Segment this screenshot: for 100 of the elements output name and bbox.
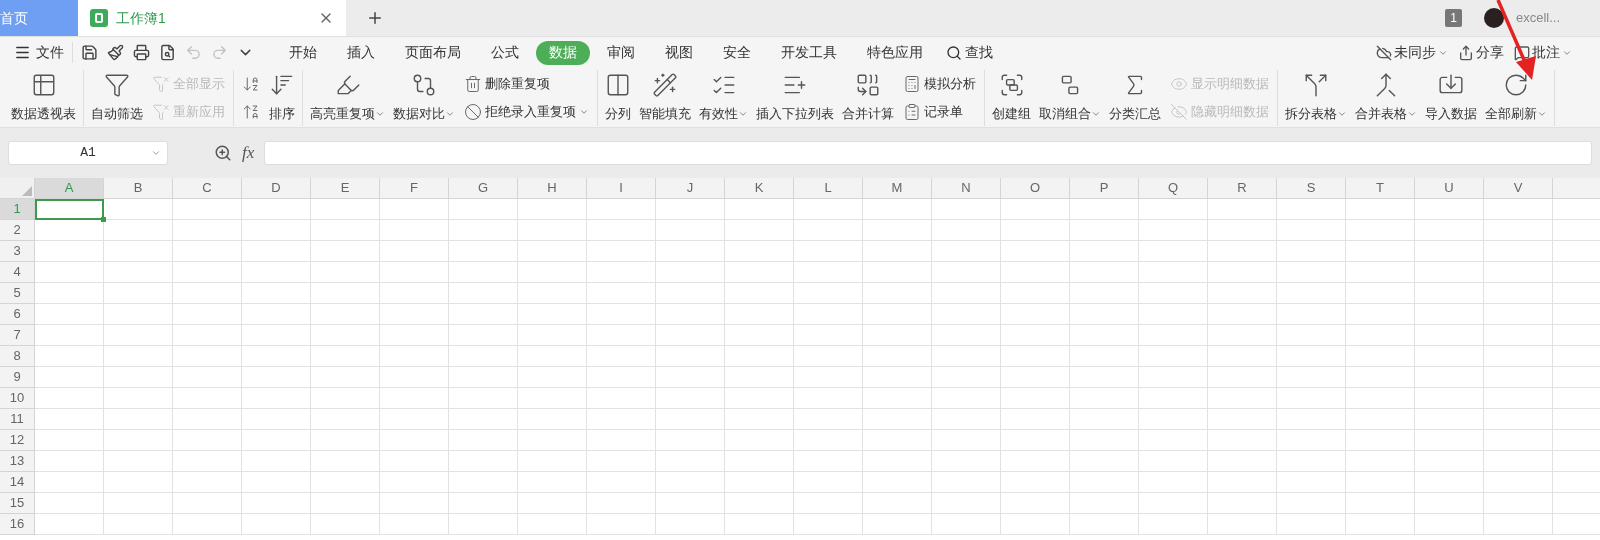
table-cell[interactable] <box>1484 325 1553 346</box>
table-cell[interactable] <box>449 451 518 472</box>
ribbon-button[interactable]: 删除重复项 <box>462 73 591 94</box>
table-cell[interactable] <box>173 304 242 325</box>
column-header[interactable]: O <box>1001 178 1070 199</box>
table-cell[interactable] <box>863 493 932 514</box>
table-cell[interactable] <box>311 199 380 220</box>
table-cell[interactable] <box>932 409 1001 430</box>
ribbon-tab[interactable]: 视图 <box>652 40 706 65</box>
table-cell[interactable] <box>587 346 656 367</box>
table-cell[interactable] <box>656 262 725 283</box>
avatar-icon[interactable] <box>1483 8 1504 28</box>
table-cell[interactable] <box>380 367 449 388</box>
row-header[interactable]: 4 <box>0 262 35 283</box>
table-cell[interactable] <box>656 451 725 472</box>
table-cell[interactable] <box>1070 367 1139 388</box>
ribbon-button[interactable]: 合并计算 <box>838 69 898 126</box>
table-cell[interactable] <box>380 283 449 304</box>
table-cell[interactable] <box>173 346 242 367</box>
ribbon-button[interactable]: 记录单 <box>901 101 978 122</box>
table-cell[interactable] <box>863 451 932 472</box>
table-cell[interactable] <box>863 409 932 430</box>
save-icon[interactable] <box>81 44 98 61</box>
table-cell[interactable] <box>725 325 794 346</box>
table-cell[interactable] <box>1070 346 1139 367</box>
table-cell[interactable] <box>725 409 794 430</box>
table-cell[interactable] <box>1208 220 1277 241</box>
table-cell[interactable] <box>1277 304 1346 325</box>
table-cell[interactable] <box>1415 325 1484 346</box>
table-cell[interactable] <box>863 430 932 451</box>
ribbon-button[interactable]: 模拟分析 <box>901 73 978 94</box>
table-cell[interactable] <box>518 199 587 220</box>
column-header[interactable]: I <box>587 178 656 199</box>
table-cell[interactable] <box>1277 220 1346 241</box>
table-cell[interactable] <box>242 262 311 283</box>
table-cell[interactable] <box>794 388 863 409</box>
table-cell[interactable] <box>449 514 518 535</box>
ribbon-tab[interactable]: 开发工具 <box>768 40 850 65</box>
table-cell[interactable] <box>1139 409 1208 430</box>
table-cell[interactable] <box>1070 241 1139 262</box>
table-cell[interactable] <box>380 430 449 451</box>
table-cell[interactable] <box>518 262 587 283</box>
table-cell[interactable] <box>1070 220 1139 241</box>
file-menu[interactable]: 文件 <box>14 42 73 63</box>
table-cell[interactable] <box>35 430 104 451</box>
table-cell[interactable] <box>518 493 587 514</box>
table-cell[interactable] <box>242 430 311 451</box>
table-cell[interactable] <box>449 241 518 262</box>
table-cell[interactable] <box>311 409 380 430</box>
select-all-corner[interactable] <box>0 178 35 199</box>
table-cell[interactable] <box>173 451 242 472</box>
table-cell[interactable] <box>863 472 932 493</box>
table-cell[interactable] <box>1484 199 1553 220</box>
table-cell[interactable] <box>311 430 380 451</box>
table-cell[interactable] <box>794 283 863 304</box>
table-cell[interactable] <box>1139 304 1208 325</box>
table-cell[interactable] <box>863 514 932 535</box>
table-cell[interactable] <box>656 367 725 388</box>
table-cell[interactable] <box>1415 346 1484 367</box>
table-cell[interactable] <box>932 451 1001 472</box>
table-cell[interactable] <box>863 241 932 262</box>
table-cell[interactable] <box>173 472 242 493</box>
table-cell[interactable] <box>1001 346 1070 367</box>
ribbon-tab[interactable]: 审阅 <box>594 40 648 65</box>
table-cell[interactable] <box>311 367 380 388</box>
table-cell[interactable] <box>1139 430 1208 451</box>
table-cell[interactable] <box>1346 220 1415 241</box>
table-cell[interactable] <box>1415 472 1484 493</box>
table-cell[interactable] <box>1415 241 1484 262</box>
table-cell[interactable] <box>173 199 242 220</box>
table-cell[interactable] <box>1070 262 1139 283</box>
table-cell[interactable] <box>1484 283 1553 304</box>
table-cell[interactable] <box>1208 283 1277 304</box>
table-cell[interactable] <box>1277 451 1346 472</box>
table-cell[interactable] <box>518 283 587 304</box>
table-cell[interactable] <box>656 241 725 262</box>
table-cell[interactable] <box>518 346 587 367</box>
ribbon-button[interactable]: 高亮重复项 <box>306 69 389 126</box>
table-cell[interactable] <box>1277 346 1346 367</box>
table-cell[interactable] <box>242 388 311 409</box>
table-cell[interactable] <box>1277 514 1346 535</box>
table-cell[interactable] <box>449 430 518 451</box>
table-cell[interactable] <box>725 472 794 493</box>
table-cell[interactable] <box>725 388 794 409</box>
table-cell[interactable] <box>311 283 380 304</box>
row-header[interactable]: 9 <box>0 367 35 388</box>
table-cell[interactable] <box>587 220 656 241</box>
ribbon-button[interactable]: 自动筛选 <box>87 69 147 126</box>
share-button[interactable]: 分享 <box>1458 42 1504 63</box>
table-cell[interactable] <box>1208 451 1277 472</box>
column-header[interactable]: P <box>1070 178 1139 199</box>
table-cell[interactable] <box>449 367 518 388</box>
column-header[interactable]: Q <box>1139 178 1208 199</box>
table-cell[interactable] <box>104 262 173 283</box>
ribbon-button[interactable]: 取消组合 <box>1035 69 1105 126</box>
table-cell[interactable] <box>380 325 449 346</box>
brush-icon[interactable] <box>107 44 124 61</box>
printer-icon[interactable] <box>133 44 150 61</box>
table-cell[interactable] <box>1070 325 1139 346</box>
table-cell[interactable] <box>794 262 863 283</box>
